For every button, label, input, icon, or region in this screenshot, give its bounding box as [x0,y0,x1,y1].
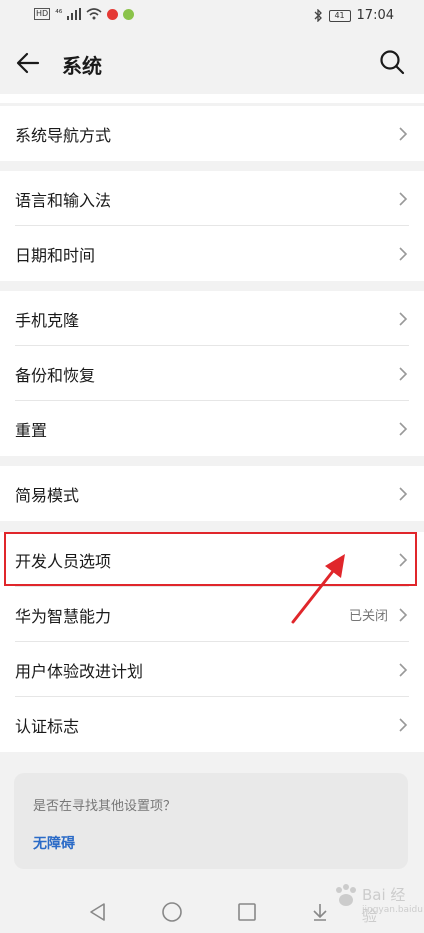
setting-label: 用户体验改进计划 [15,661,144,681]
status-bar: HD ⁴⁶ 41 17:04 [0,0,424,32]
notification-red-icon [107,8,119,20]
setting-label: 认证标志 [15,716,80,736]
bluetooth-icon [314,9,322,22]
settings-group-language: 语言和输入法 日期和时间 [0,171,424,281]
notification-app-icon [123,8,135,20]
settings-group-simple: 简易模式 [0,466,424,521]
accessibility-link[interactable]: 无障碍 [33,833,75,853]
status-time: 17:04 [356,8,394,23]
chevron-right-icon [399,127,408,141]
paw-logo-icon [336,884,356,906]
status-right: 41 17:04 [314,8,394,23]
setting-label: 语言和输入法 [15,190,112,210]
settings-group-backup: 手机克隆 备份和恢复 重置 [0,291,424,456]
chevron-right-icon [399,247,408,261]
chevron-right-icon [399,312,408,326]
setting-label: 手机克隆 [15,310,80,330]
suggestion-card: 是否在寻找其他设置项？ 无障碍 [14,773,408,869]
annotation-highlight-box [4,532,417,586]
setting-label: 系统导航方式 [15,125,112,145]
chevron-right-icon [399,608,408,622]
signal-icon [67,8,82,20]
setting-row-certification[interactable]: 认证标志 [0,697,424,752]
setting-row-simple-mode[interactable]: 简易模式 [0,466,424,521]
chevron-right-icon [399,192,408,206]
annotation-arrow-icon [291,554,345,624]
signal-label: ⁴⁶ [55,9,63,19]
chevron-right-icon [399,718,408,732]
arrow-left-icon[interactable] [14,49,42,77]
setting-row-huawei-ability[interactable]: 华为智慧能力 已关闭 [0,587,424,642]
status-left: HD ⁴⁶ [34,8,135,20]
setting-label: 华为智慧能力 [15,606,112,626]
chevron-right-icon [399,422,408,436]
setting-label: 日期和时间 [15,245,96,265]
nav-back-icon[interactable] [88,902,108,922]
settings-group-navigation: 系统导航方式 [0,106,424,161]
hd-badge: HD [34,8,51,20]
battery-icon: 41 [328,9,351,22]
setting-row-reset[interactable]: 重置 [0,401,424,456]
page-title: 系统 [62,54,102,78]
setting-row-user-experience[interactable]: 用户体验改进计划 [0,642,424,697]
setting-label: 简易模式 [15,485,80,505]
search-icon[interactable] [378,48,406,76]
wifi-icon [86,8,102,20]
setting-label: 备份和恢复 [15,365,96,385]
scrolled-group-edge [0,94,424,103]
nav-home-icon[interactable] [161,901,183,923]
chevron-right-icon [399,663,408,677]
chevron-right-icon [399,367,408,381]
setting-label: 重置 [15,420,48,440]
nav-recent-icon[interactable] [237,902,257,922]
setting-row-date-time[interactable]: 日期和时间 [0,226,424,281]
chevron-right-icon [399,487,408,501]
setting-row-navigation-mode[interactable]: 系统导航方式 [0,106,424,161]
suggestion-question: 是否在寻找其他设置项？ [33,799,177,814]
setting-row-backup-restore[interactable]: 备份和恢复 [0,346,424,401]
watermark-url: jingyan.baidu.com [362,905,424,915]
setting-row-phone-clone[interactable]: 手机克隆 [0,291,424,346]
nav-dropdown-icon[interactable] [311,902,329,922]
watermark: Bai 经验 jingyan.baidu.com [330,874,424,925]
app-header: 系统 [0,32,424,94]
setting-row-language-input[interactable]: 语言和输入法 [0,171,424,226]
